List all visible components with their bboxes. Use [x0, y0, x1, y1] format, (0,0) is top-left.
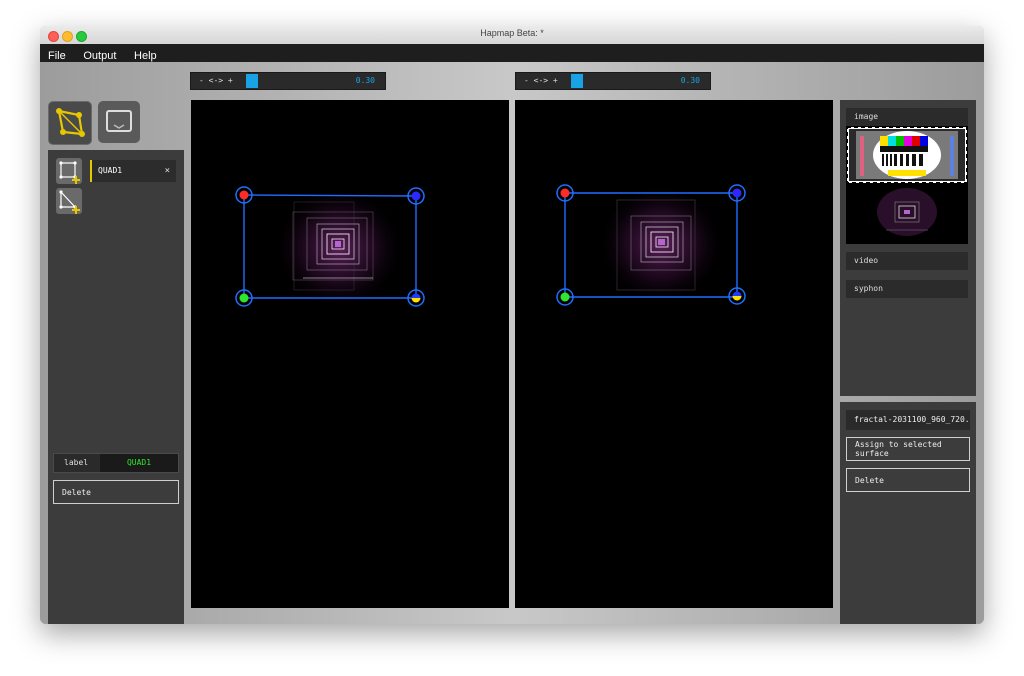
remove-surface-icon[interactable]: × — [165, 160, 170, 182]
output-view[interactable] — [515, 100, 833, 608]
output-texture-preview — [597, 184, 725, 304]
menu-bar: File Output Help — [40, 44, 984, 62]
display-icon — [106, 110, 132, 132]
media-tab-image[interactable]: image — [846, 108, 968, 126]
input-view[interactable] — [191, 100, 509, 608]
selected-file-name: fractal-2031100_960_720.jpg — [846, 410, 970, 430]
test-card-thumbnail[interactable] — [846, 126, 968, 244]
window-title: Hapmap Beta: * — [480, 28, 544, 38]
media-tab-syphon[interactable]: syphon — [846, 280, 968, 298]
surface-item-label: QUAD1 — [98, 166, 123, 175]
quad-tool-button[interactable] — [48, 101, 92, 145]
add-triangle-icon — [59, 190, 80, 214]
add-quad-button[interactable] — [56, 158, 82, 184]
assign-to-surface-button[interactable]: Assign to selected surface — [846, 437, 970, 461]
quad-selection-icon — [56, 108, 85, 137]
fractal-thumbnail[interactable] — [877, 188, 937, 236]
label-field-row: label QUAD1 — [53, 453, 179, 473]
app-window: Hapmap Beta: * File Output Help QUAD1 × … — [40, 26, 984, 624]
image-thumbnail-list — [846, 126, 968, 244]
surface-item-quad1[interactable]: QUAD1 × — [90, 160, 176, 182]
input-zoom-slider[interactable]: - <-> + 0.30 — [190, 72, 386, 90]
title-bar: Hapmap Beta: * — [40, 26, 984, 45]
display-tool-button[interactable] — [98, 101, 140, 143]
input-zoom-handle[interactable] — [246, 74, 258, 88]
input-zoom-label: - <-> + — [199, 76, 233, 85]
delete-surface-button[interactable]: Delete — [53, 480, 179, 504]
label-field-key: label — [64, 458, 89, 467]
media-details-panel — [840, 402, 976, 624]
output-zoom-label: - <-> + — [524, 76, 558, 85]
media-tab-video[interactable]: video — [846, 252, 968, 270]
label-field-input[interactable]: QUAD1 — [100, 454, 178, 472]
output-zoom-value: 0.30 — [680, 76, 700, 85]
input-zoom-value: 0.30 — [355, 76, 375, 85]
add-triangle-button[interactable] — [56, 188, 82, 214]
media-panel: image video syphon — [840, 100, 976, 396]
add-quad-icon — [59, 161, 80, 184]
workspace: QUAD1 × label QUAD1 Delete - <-> + 0.30 … — [40, 62, 984, 624]
input-texture-preview — [273, 186, 405, 310]
output-zoom-handle[interactable] — [571, 74, 583, 88]
delete-media-button[interactable]: Delete — [846, 468, 970, 492]
output-zoom-slider[interactable]: - <-> + 0.30 — [515, 72, 711, 90]
